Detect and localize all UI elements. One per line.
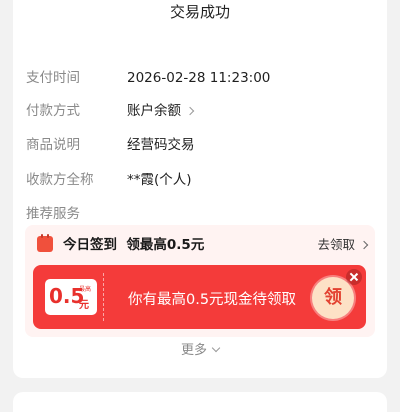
detail-row-product-desc: 商品说明 经营码交易 bbox=[13, 134, 387, 156]
coupon-max-tag: 最高 bbox=[79, 286, 92, 293]
chevron-down-icon bbox=[211, 343, 221, 353]
go-claim-link[interactable]: 去领取 bbox=[317, 234, 369, 253]
coupon-ticket: 0.5 最高 元 bbox=[45, 279, 97, 315]
product-desc-label: 商品说明 bbox=[26, 137, 80, 153]
coupon-unit: 元 bbox=[79, 300, 89, 311]
recommended-services-header: 推荐服务 bbox=[13, 203, 387, 225]
ticket-divider bbox=[103, 273, 104, 321]
calendar-icon bbox=[37, 234, 53, 252]
detail-row-payment-method[interactable]: 付款方式 账户余额 bbox=[13, 100, 387, 122]
claim-button[interactable]: 领 bbox=[312, 277, 354, 319]
payment-method-value[interactable]: 账户余额 bbox=[127, 100, 195, 122]
payment-time-value: 2026-02-28 11:23:00 bbox=[127, 70, 271, 86]
more-label: 更多 bbox=[180, 343, 207, 358]
chevron-right-icon bbox=[359, 240, 369, 250]
detail-row-payee-name: 收款方全称 **霞(个人) bbox=[13, 169, 387, 191]
close-icon[interactable] bbox=[346, 269, 362, 285]
payee-name-value: **霞(个人) bbox=[127, 172, 192, 188]
next-card bbox=[13, 392, 387, 412]
transaction-status: 交易成功 bbox=[169, 3, 230, 21]
payment-method-label: 付款方式 bbox=[26, 103, 80, 119]
signin-title: 今日签到 领最高0.5元 bbox=[63, 237, 205, 253]
payment-method-text: 账户余额 bbox=[127, 103, 181, 119]
more-button[interactable]: 更多 bbox=[13, 339, 387, 358]
daily-signin-card: 今日签到 领最高0.5元 去领取 0.5 最高 元 你有最高0.5元现金待领取 … bbox=[25, 225, 375, 337]
chevron-right-icon bbox=[185, 106, 195, 116]
payee-name-label: 收款方全称 bbox=[26, 172, 94, 188]
go-claim-label: 去领取 bbox=[317, 237, 355, 252]
recommended-services-label: 推荐服务 bbox=[26, 206, 80, 222]
product-desc-value: 经营码交易 bbox=[127, 137, 195, 153]
detail-row-payment-time: 支付时间 2026-02-28 11:23:00 bbox=[13, 67, 387, 89]
reward-text: 你有最高0.5元现金待领取 bbox=[128, 292, 297, 308]
cash-reward-banner[interactable]: 0.5 最高 元 你有最高0.5元现金待领取 领 bbox=[33, 265, 366, 329]
payment-time-label: 支付时间 bbox=[26, 70, 80, 86]
